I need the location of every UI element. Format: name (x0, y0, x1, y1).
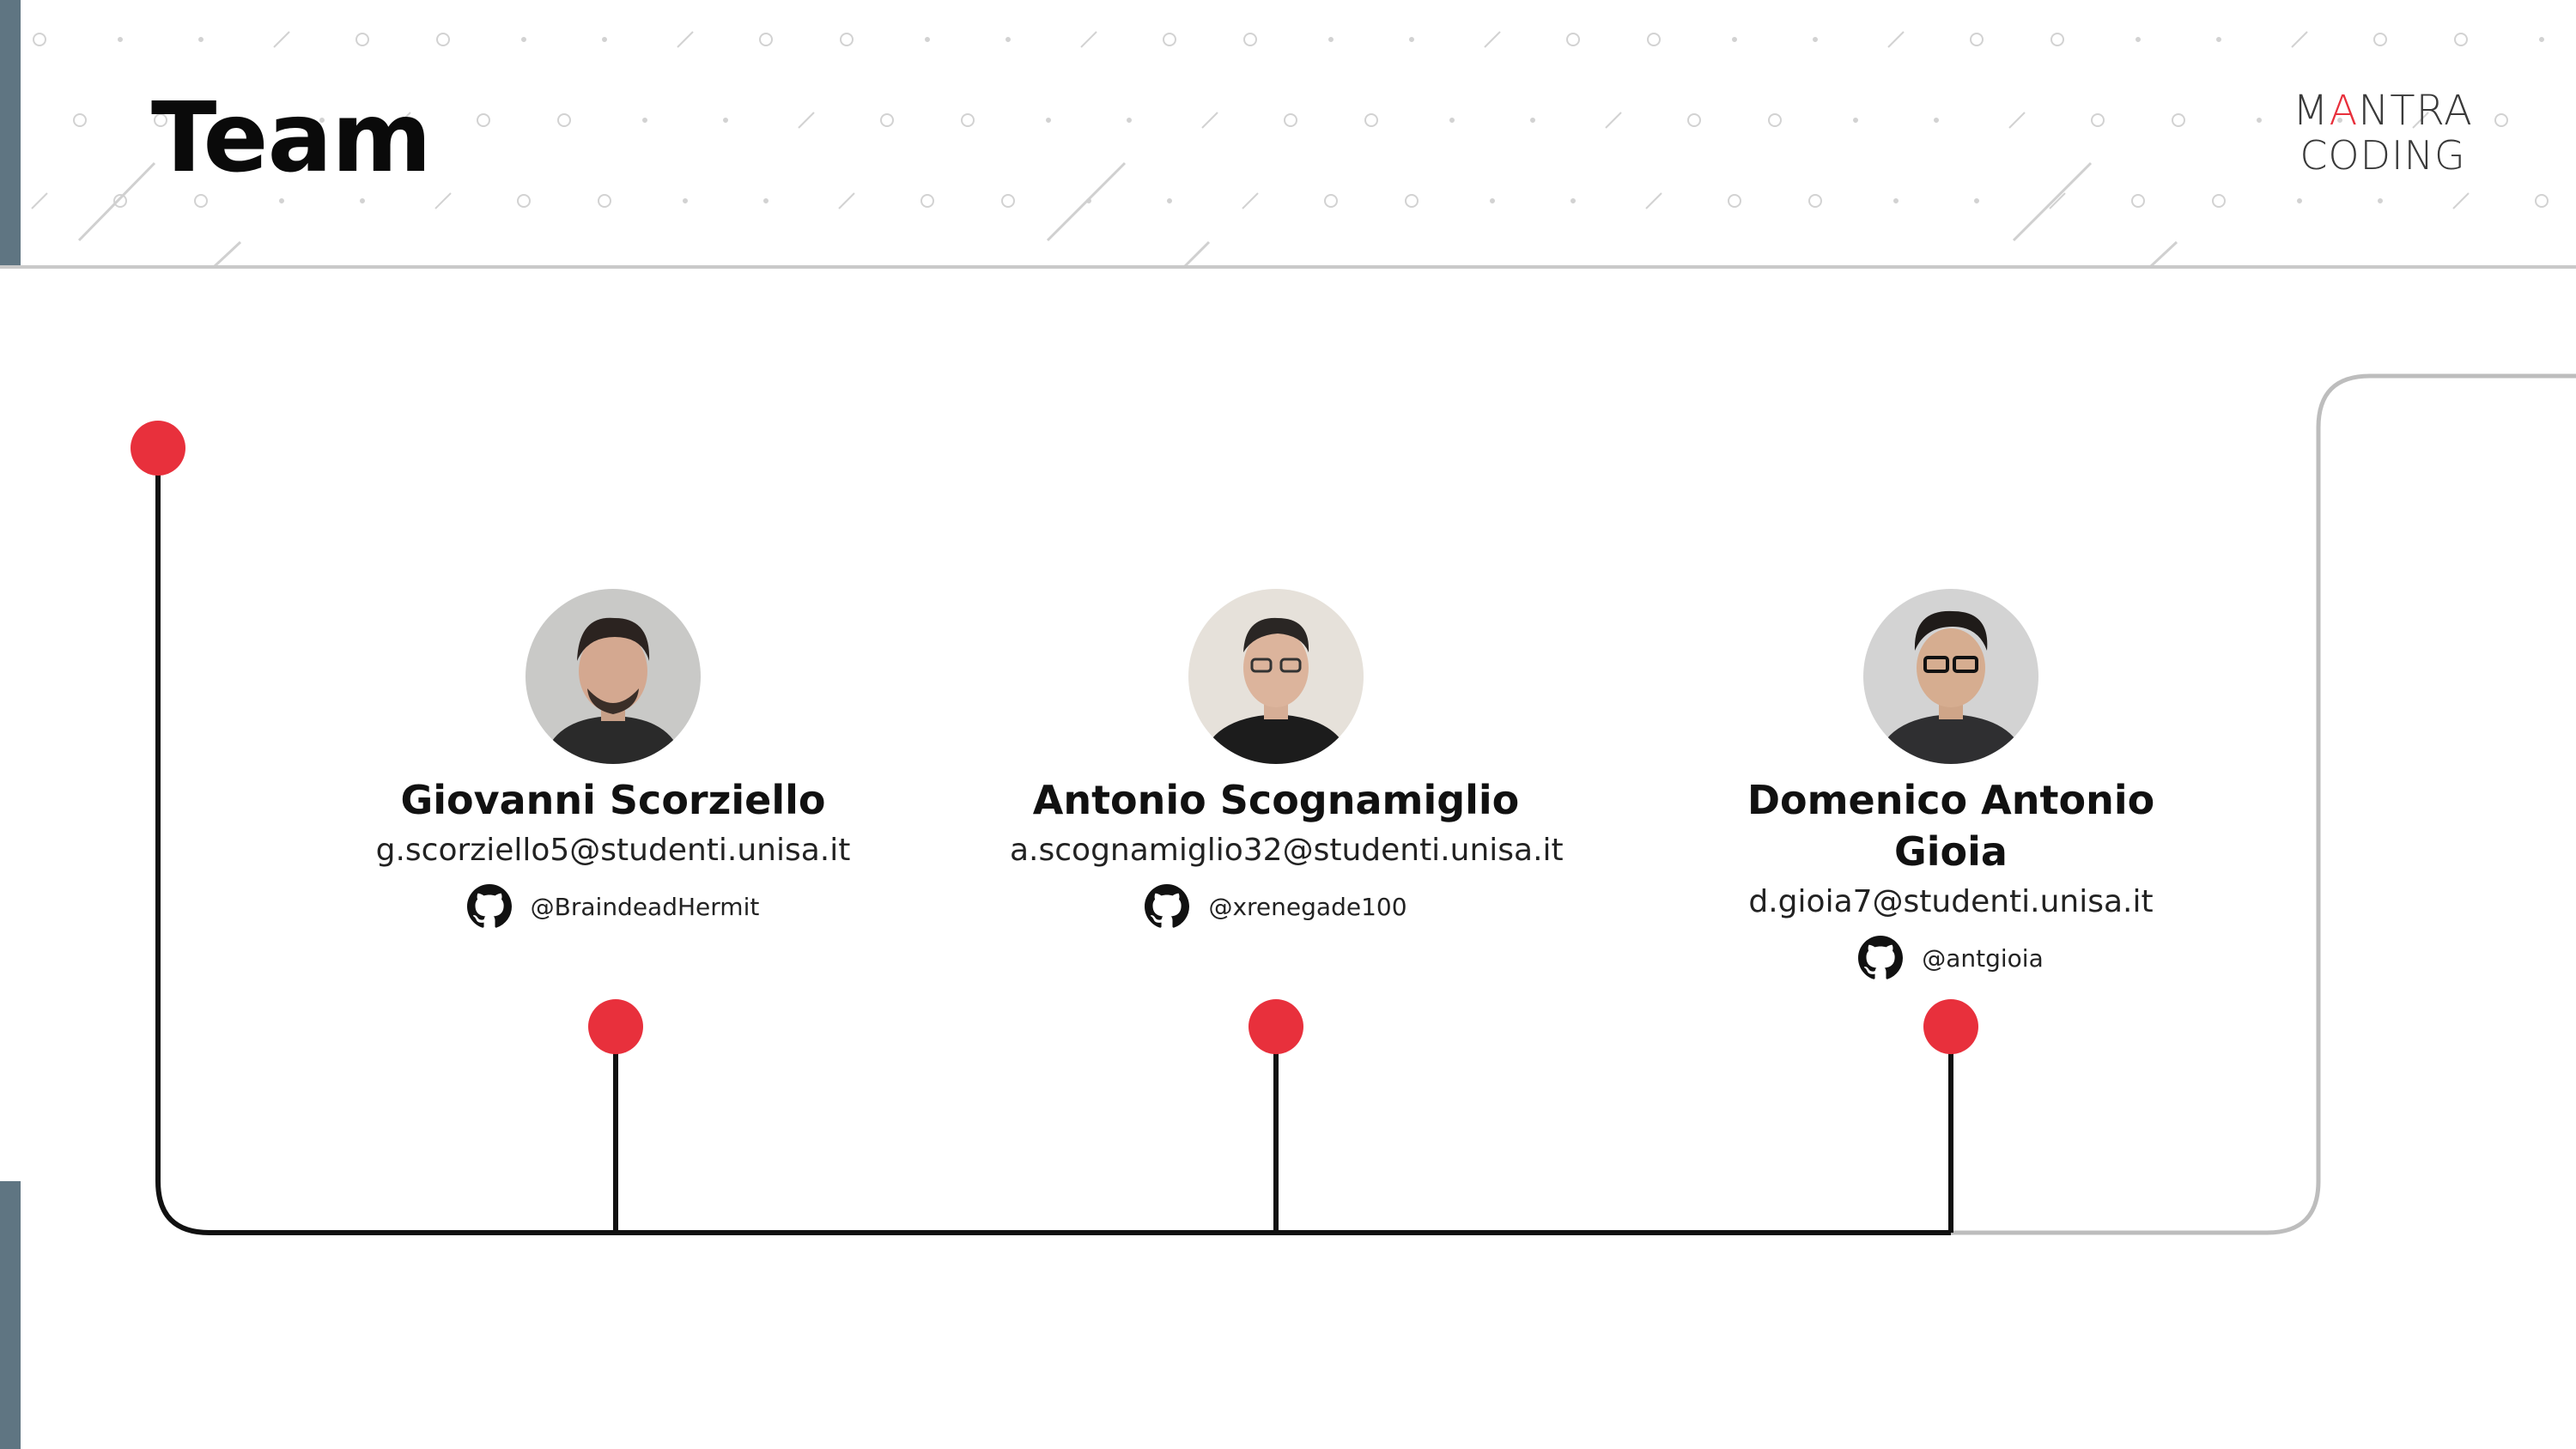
team-member-card: Giovanni Scorziello g.scorziello5@studen… (347, 589, 879, 929)
avatar-photo (1188, 589, 1364, 764)
team-member-card: Domenico Antonio Gioia d.gioia7@studenti… (1685, 589, 2217, 980)
member-name: Giovanni Scorziello (400, 777, 826, 823)
timeline-node-1 (588, 999, 643, 1054)
github-handle[interactable]: @BraindeadHermit (531, 893, 760, 921)
timeline-node-3 (1923, 999, 1978, 1054)
github-icon (466, 884, 512, 928)
member-email[interactable]: a.scognamiglio32@studenti.unisa.it (1010, 829, 1564, 872)
github-handle[interactable]: @antgioia (1922, 944, 2044, 973)
avatar (1188, 589, 1364, 764)
member-name: Domenico Antonio Gioia (1747, 777, 2155, 875)
timeline-node-start (131, 421, 185, 476)
team-member-card: Antonio Scognamiglio a.scognamiglio32@st… (1010, 589, 1564, 929)
avatar (526, 589, 701, 764)
avatar (1863, 589, 2038, 764)
timeline-node-2 (1249, 999, 1303, 1054)
avatar-photo (526, 589, 701, 764)
avatar-photo (1863, 589, 2038, 764)
github-icon (1145, 884, 1190, 928)
github-icon (1858, 936, 1904, 979)
member-email[interactable]: d.gioia7@studenti.unisa.it (1685, 881, 2217, 924)
github-handle[interactable]: @xrenegade100 (1208, 893, 1406, 921)
member-name: Antonio Scognamiglio (1032, 777, 1520, 823)
member-email[interactable]: g.scorziello5@studenti.unisa.it (347, 829, 879, 872)
